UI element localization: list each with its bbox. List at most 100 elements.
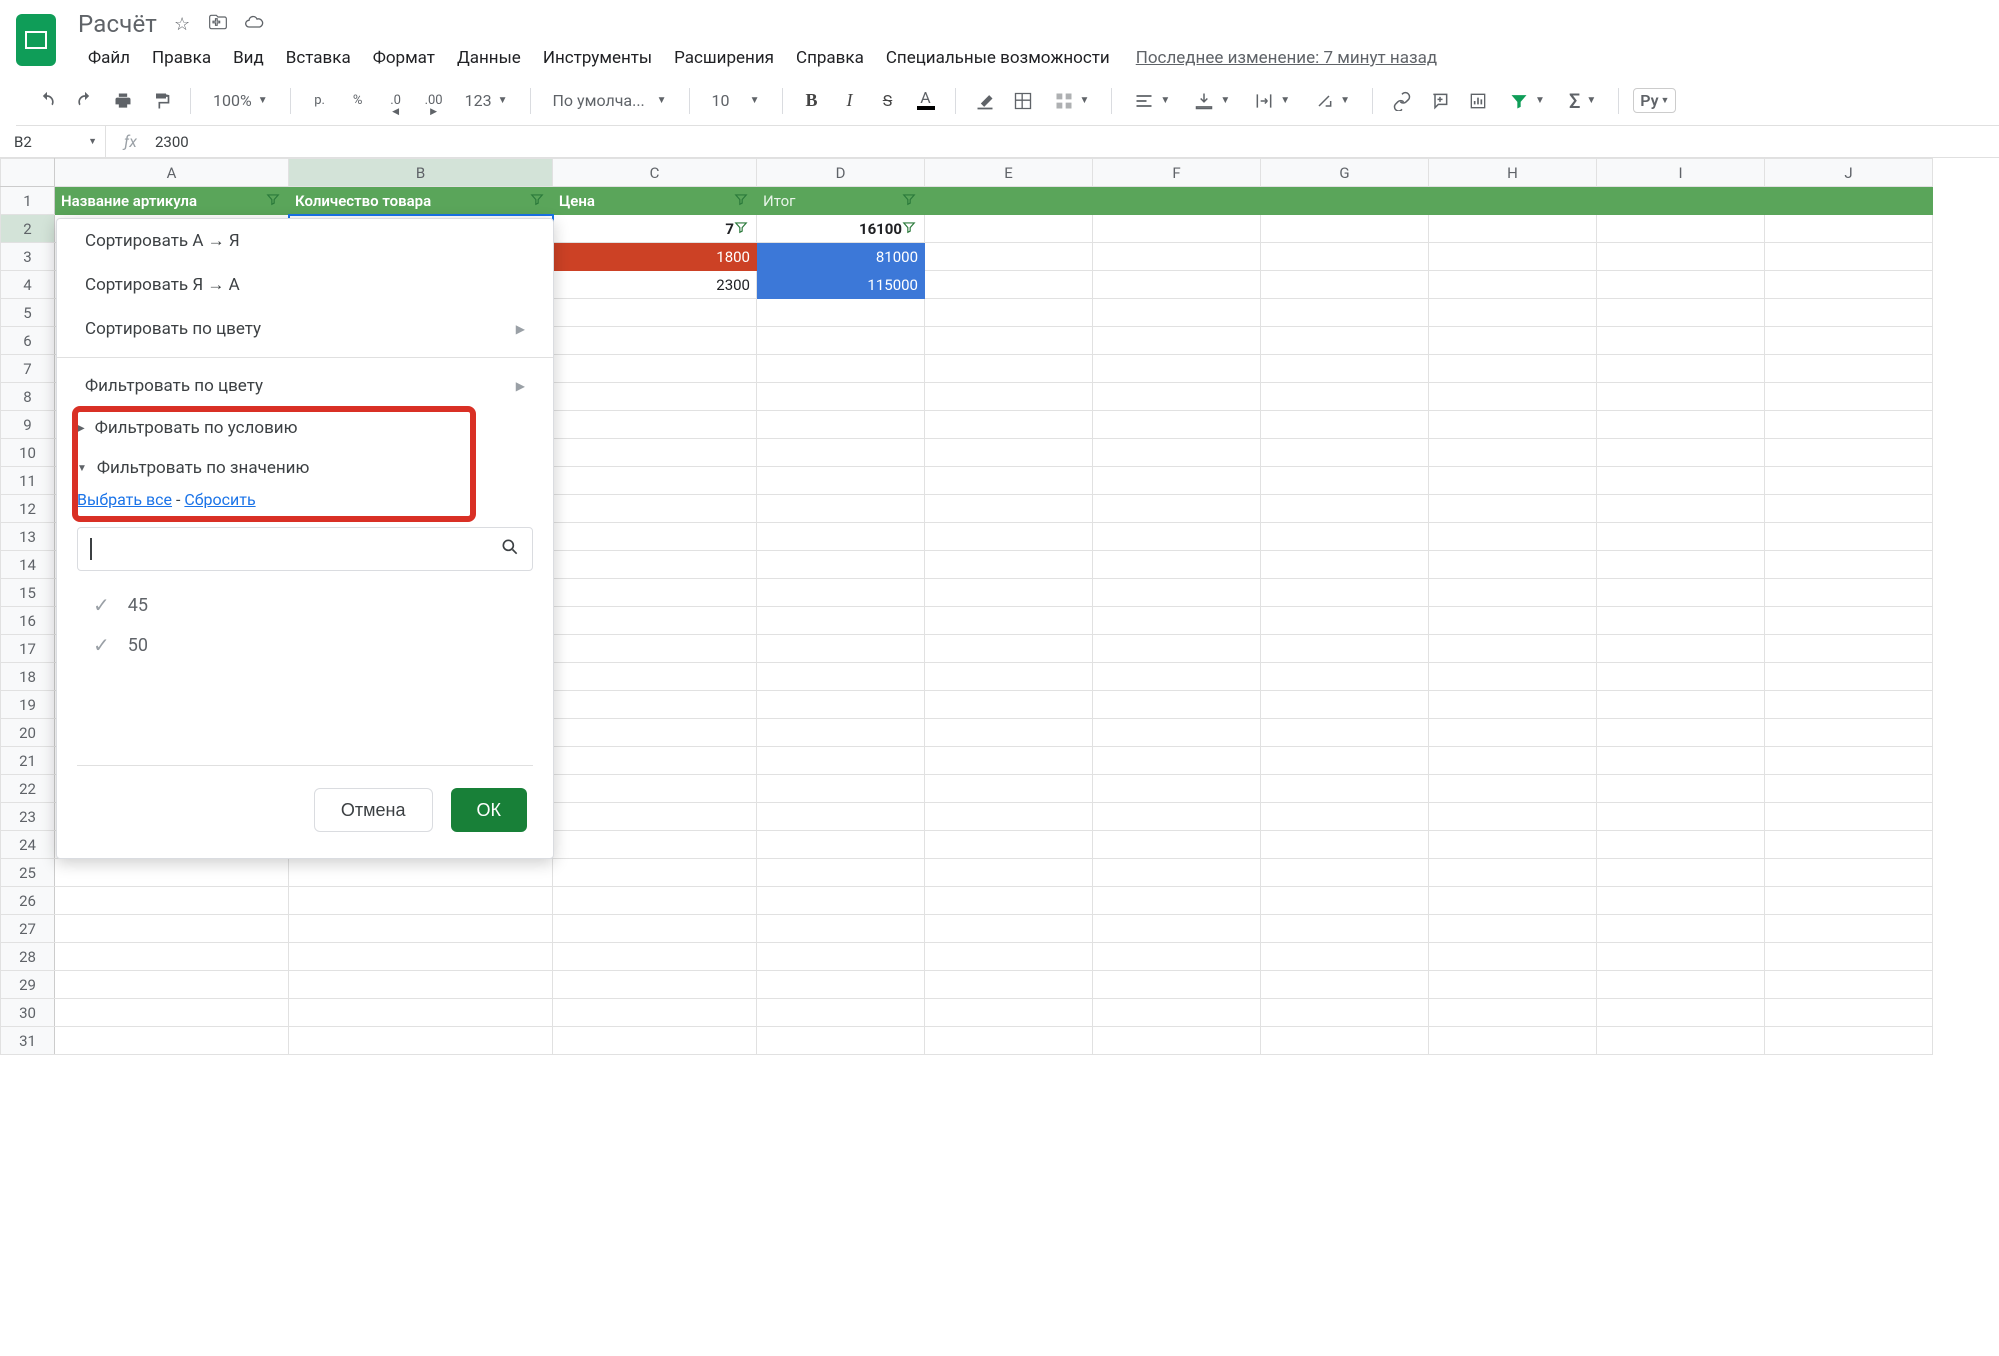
text-wrap-button[interactable]: ▼: [1246, 87, 1298, 115]
cancel-button[interactable]: Отмена: [314, 788, 433, 832]
document-header: Расчёт ☆ Файл Правка Вид Вставка Формат …: [0, 0, 1999, 76]
cell-C4[interactable]: 2300: [553, 271, 757, 299]
sort-za-item[interactable]: Сортировать Я → А: [57, 263, 553, 307]
menu-edit[interactable]: Правка: [142, 44, 221, 72]
cell-B1[interactable]: Количество товара: [289, 187, 553, 215]
star-icon[interactable]: ☆: [171, 14, 193, 35]
currency-button[interactable]: р.: [305, 86, 335, 116]
cell-D1[interactable]: Итог: [757, 187, 925, 215]
filter-icon[interactable]: [266, 192, 282, 210]
increase-decimals-button[interactable]: .00▶: [419, 86, 449, 116]
col-header-G[interactable]: G: [1261, 159, 1429, 187]
redo-button[interactable]: [70, 86, 100, 116]
zoom-select[interactable]: 100%▼: [205, 87, 276, 114]
filter-button[interactable]: ▼: [1501, 87, 1553, 115]
cell-A1[interactable]: Название артикула: [55, 187, 289, 215]
check-icon: ✓: [93, 593, 110, 617]
row-header-2[interactable]: 2: [1, 215, 55, 243]
font-select[interactable]: По умолча...▼: [545, 87, 675, 114]
cell-C2[interactable]: 7: [553, 215, 757, 243]
font-size-select[interactable]: 10▼: [704, 87, 768, 114]
doc-title[interactable]: Расчёт: [78, 10, 157, 38]
col-header-I[interactable]: I: [1597, 159, 1765, 187]
menu-view[interactable]: Вид: [223, 44, 274, 72]
cloud-status-icon[interactable]: [243, 12, 265, 37]
last-edit-link[interactable]: Последнее изменение: 7 минут назад: [1136, 48, 1437, 68]
paint-format-button[interactable]: [146, 86, 176, 116]
filter-search-input[interactable]: [102, 532, 490, 566]
filter-icon[interactable]: [734, 192, 750, 210]
cell-D4[interactable]: 115000: [757, 271, 925, 299]
select-all-corner[interactable]: [1, 159, 55, 187]
filter-icon[interactable]: [902, 220, 918, 238]
sort-by-color-item[interactable]: Сортировать по цвету▶: [57, 307, 553, 351]
cell-C1[interactable]: Цена: [553, 187, 757, 215]
cell-C3[interactable]: 1800: [553, 243, 757, 271]
row-header-3[interactable]: 3: [1, 243, 55, 271]
col-header-C[interactable]: C: [553, 159, 757, 187]
borders-button[interactable]: [1008, 86, 1038, 116]
bold-button[interactable]: B: [797, 86, 827, 116]
filter-popup: Сортировать А → Я Сортировать Я → А Сорт…: [56, 218, 554, 859]
filter-value-item[interactable]: ✓45: [93, 585, 533, 625]
filter-by-value-item[interactable]: ▼Фильтровать по значению: [57, 448, 553, 488]
menu-help[interactable]: Справка: [786, 44, 874, 72]
filter-search-row: [77, 527, 533, 571]
select-all-link[interactable]: Выбрать все: [77, 490, 172, 509]
col-header-J[interactable]: J: [1765, 159, 1933, 187]
ok-button[interactable]: ОК: [451, 788, 528, 832]
menu-format[interactable]: Формат: [363, 44, 445, 72]
text-rotation-button[interactable]: ▼: [1306, 87, 1358, 115]
number-format-select[interactable]: 123▼: [457, 87, 516, 114]
merge-cells-button[interactable]: ▼: [1046, 87, 1098, 115]
formula-input[interactable]: 2300: [149, 133, 1999, 151]
row-header-5[interactable]: 5: [1, 299, 55, 327]
undo-button[interactable]: [32, 86, 62, 116]
filter-icon[interactable]: [734, 220, 750, 238]
col-header-B[interactable]: B: [289, 159, 553, 187]
sort-az-item[interactable]: Сортировать А → Я: [57, 219, 553, 263]
app-logo[interactable]: [16, 8, 68, 60]
menu-file[interactable]: Файл: [78, 44, 140, 72]
insert-link-button[interactable]: [1387, 86, 1417, 116]
menu-insert[interactable]: Вставка: [276, 44, 361, 72]
sheets-icon: [16, 14, 56, 66]
menu-accessibility[interactable]: Специальные возможности: [876, 44, 1120, 72]
filter-by-condition-item[interactable]: ▶Фильтровать по условию: [57, 408, 553, 448]
menu-extensions[interactable]: Расширения: [664, 44, 784, 72]
col-header-D[interactable]: D: [757, 159, 925, 187]
move-folder-icon[interactable]: [207, 12, 229, 37]
formula-bar: B2▼ ƒx 2300: [0, 126, 1999, 158]
filter-value-links: Выбрать все - Сбросить: [57, 488, 553, 519]
col-header-A[interactable]: A: [55, 159, 289, 187]
horizontal-align-button[interactable]: ▼: [1126, 87, 1178, 115]
col-header-F[interactable]: F: [1093, 159, 1261, 187]
col-header-E[interactable]: E: [925, 159, 1093, 187]
row-header-4[interactable]: 4: [1, 271, 55, 299]
filter-icon[interactable]: [530, 192, 546, 210]
vertical-align-button[interactable]: ▼: [1186, 87, 1238, 115]
fill-color-button[interactable]: [970, 86, 1000, 116]
cell-D3[interactable]: 81000: [757, 243, 925, 271]
strikethrough-button[interactable]: S: [873, 86, 903, 116]
filter-by-color-item[interactable]: Фильтровать по цвету▶: [57, 364, 553, 408]
text-color-button[interactable]: A: [911, 86, 941, 116]
cursor-icon: [90, 538, 92, 560]
print-button[interactable]: [108, 86, 138, 116]
clear-link[interactable]: Сбросить: [184, 490, 255, 509]
percent-button[interactable]: %: [343, 86, 373, 116]
filter-value-item[interactable]: ✓50: [93, 625, 533, 665]
filter-icon[interactable]: [902, 192, 918, 210]
insert-comment-button[interactable]: [1425, 86, 1455, 116]
cell-D2[interactable]: 16100: [757, 215, 925, 243]
insert-chart-button[interactable]: [1463, 86, 1493, 116]
menu-data[interactable]: Данные: [447, 44, 531, 72]
input-tools-button[interactable]: Ру▼: [1633, 88, 1676, 113]
functions-button[interactable]: Σ▼: [1561, 85, 1604, 117]
italic-button[interactable]: I: [835, 86, 865, 116]
col-header-H[interactable]: H: [1429, 159, 1597, 187]
row-header-1[interactable]: 1: [1, 187, 55, 215]
decrease-decimals-button[interactable]: .0◀: [381, 86, 411, 116]
menu-tools[interactable]: Инструменты: [533, 44, 662, 72]
name-box[interactable]: B2▼: [0, 133, 105, 151]
